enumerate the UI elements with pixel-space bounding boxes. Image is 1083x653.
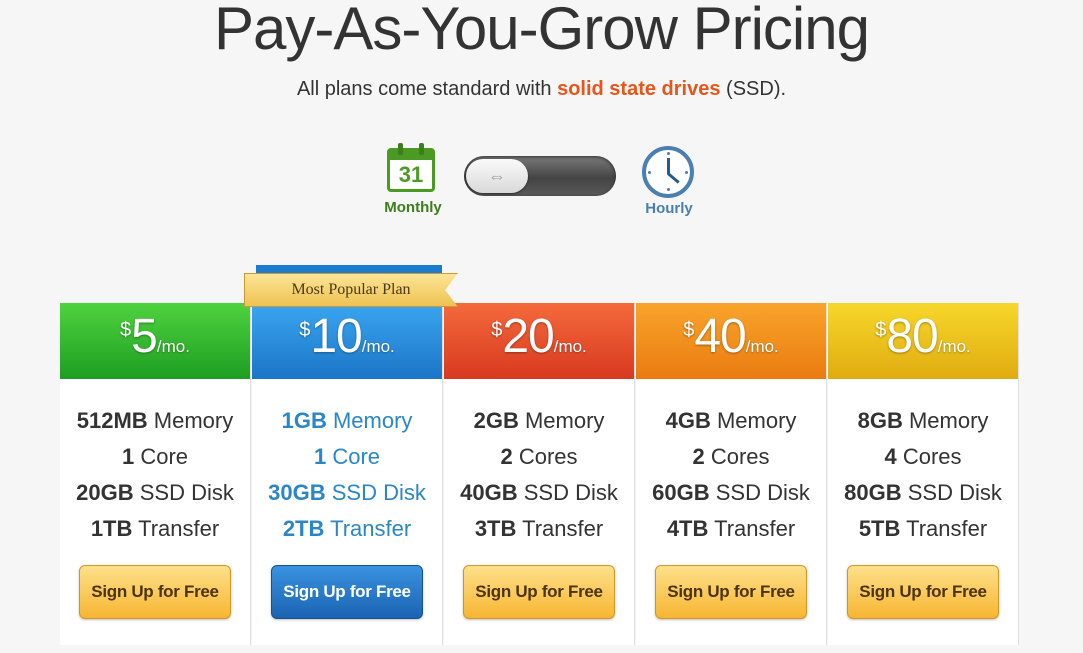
signup-button[interactable]: Sign Up for Free — [463, 565, 615, 619]
plan-price: $80/mo. — [875, 310, 971, 363]
signup-button[interactable]: Sign Up for Free — [79, 565, 231, 619]
signup-button[interactable]: Sign Up for Free — [847, 565, 999, 619]
plan-card-10: $10/mo. 1GB Memory 1 Core 30GB SSD Disk … — [252, 303, 443, 645]
page-title: Pay-As-You-Grow Pricing — [213, 0, 870, 62]
plan-header: $10/mo. — [252, 303, 442, 379]
plan-header: $40/mo. — [636, 303, 826, 379]
plan-features: 2GB Memory 2 Cores 40GB SSD Disk 3TB Tra… — [444, 379, 634, 547]
signup-button[interactable]: Sign Up for Free — [655, 565, 807, 619]
plan-price: $5/mo. — [120, 310, 190, 363]
feature-disk: 30GB SSD Disk — [268, 480, 426, 505]
monthly-label[interactable]: Monthly — [368, 199, 458, 216]
signup-button[interactable]: Sign Up for Free — [271, 565, 423, 619]
billing-switch[interactable]: ⇔ — [464, 156, 616, 196]
feature-transfer: 4TB Transfer — [666, 516, 796, 541]
feature-memory: 8GB Memory — [857, 408, 989, 433]
plan-features: 1GB Memory 1 Core 30GB SSD Disk 2TB Tran… — [252, 379, 442, 547]
calendar-day: 31 — [398, 162, 424, 187]
feature-disk: 60GB SSD Disk — [652, 480, 810, 505]
feature-transfer: 1TB Transfer — [90, 516, 220, 541]
plan-price: $40/mo. — [683, 310, 779, 363]
ssd-highlight-link[interactable]: solid state drives — [557, 78, 720, 100]
calendar-icon[interactable]: 31 — [387, 143, 435, 192]
feature-disk: 40GB SSD Disk — [460, 480, 618, 505]
plan-card-5: $5/mo. 512MB Memory 1 Core 20GB SSD Disk… — [60, 303, 251, 645]
plan-header: $5/mo. — [60, 303, 250, 379]
feature-cores: 1 Core — [121, 444, 189, 469]
hourly-label[interactable]: Hourly — [624, 200, 714, 217]
plan-price: $10/mo. — [299, 310, 395, 363]
page-subtitle: All plans come standard with solid state… — [0, 78, 1083, 101]
plan-header: $20/mo. — [444, 303, 634, 379]
plan-card-40: $40/mo. 4GB Memory 2 Cores 60GB SSD Disk… — [636, 303, 827, 645]
switch-handle-icon[interactable]: ⇔ — [466, 159, 528, 193]
feature-cores: 1 Core — [313, 444, 381, 469]
feature-memory: 1GB Memory — [281, 408, 413, 433]
plan-price: $20/mo. — [491, 310, 587, 363]
billing-toggle: 31 Monthly ⇔ Hourly — [0, 140, 1083, 230]
feature-memory: 4GB Memory — [665, 408, 797, 433]
feature-transfer: 3TB Transfer — [474, 516, 604, 541]
subtitle-tail: (SSD). — [720, 78, 787, 100]
most-popular-ribbon: Most Popular Plan — [244, 273, 458, 307]
feature-cores: 2 Cores — [500, 444, 578, 469]
feature-memory: 2GB Memory — [473, 408, 605, 433]
feature-cores: 2 Cores — [692, 444, 770, 469]
plan-features: 4GB Memory 2 Cores 60GB SSD Disk 4TB Tra… — [636, 379, 826, 547]
feature-cores: 4 Cores — [884, 444, 962, 469]
feature-transfer: 2TB Transfer — [282, 516, 412, 541]
pricing-plans: $5/mo. 512MB Memory 1 Core 20GB SSD Disk… — [60, 303, 1019, 653]
feature-disk: 80GB SSD Disk — [844, 480, 1002, 505]
plan-features: 512MB Memory 1 Core 20GB SSD Disk 1TB Tr… — [60, 379, 250, 547]
plan-features: 8GB Memory 4 Cores 80GB SSD Disk 5TB Tra… — [828, 379, 1018, 547]
feature-disk: 20GB SSD Disk — [76, 480, 234, 505]
subtitle-text: All plans come standard with — [296, 78, 558, 100]
clock-icon[interactable] — [642, 146, 694, 198]
plan-header: $80/mo. — [828, 303, 1018, 379]
plan-card-20: $20/mo. 2GB Memory 2 Cores 40GB SSD Disk… — [444, 303, 635, 645]
plan-card-80: $80/mo. 8GB Memory 4 Cores 80GB SSD Disk… — [828, 303, 1019, 645]
feature-memory: 512MB Memory — [76, 408, 234, 433]
feature-transfer: 5TB Transfer — [858, 516, 988, 541]
